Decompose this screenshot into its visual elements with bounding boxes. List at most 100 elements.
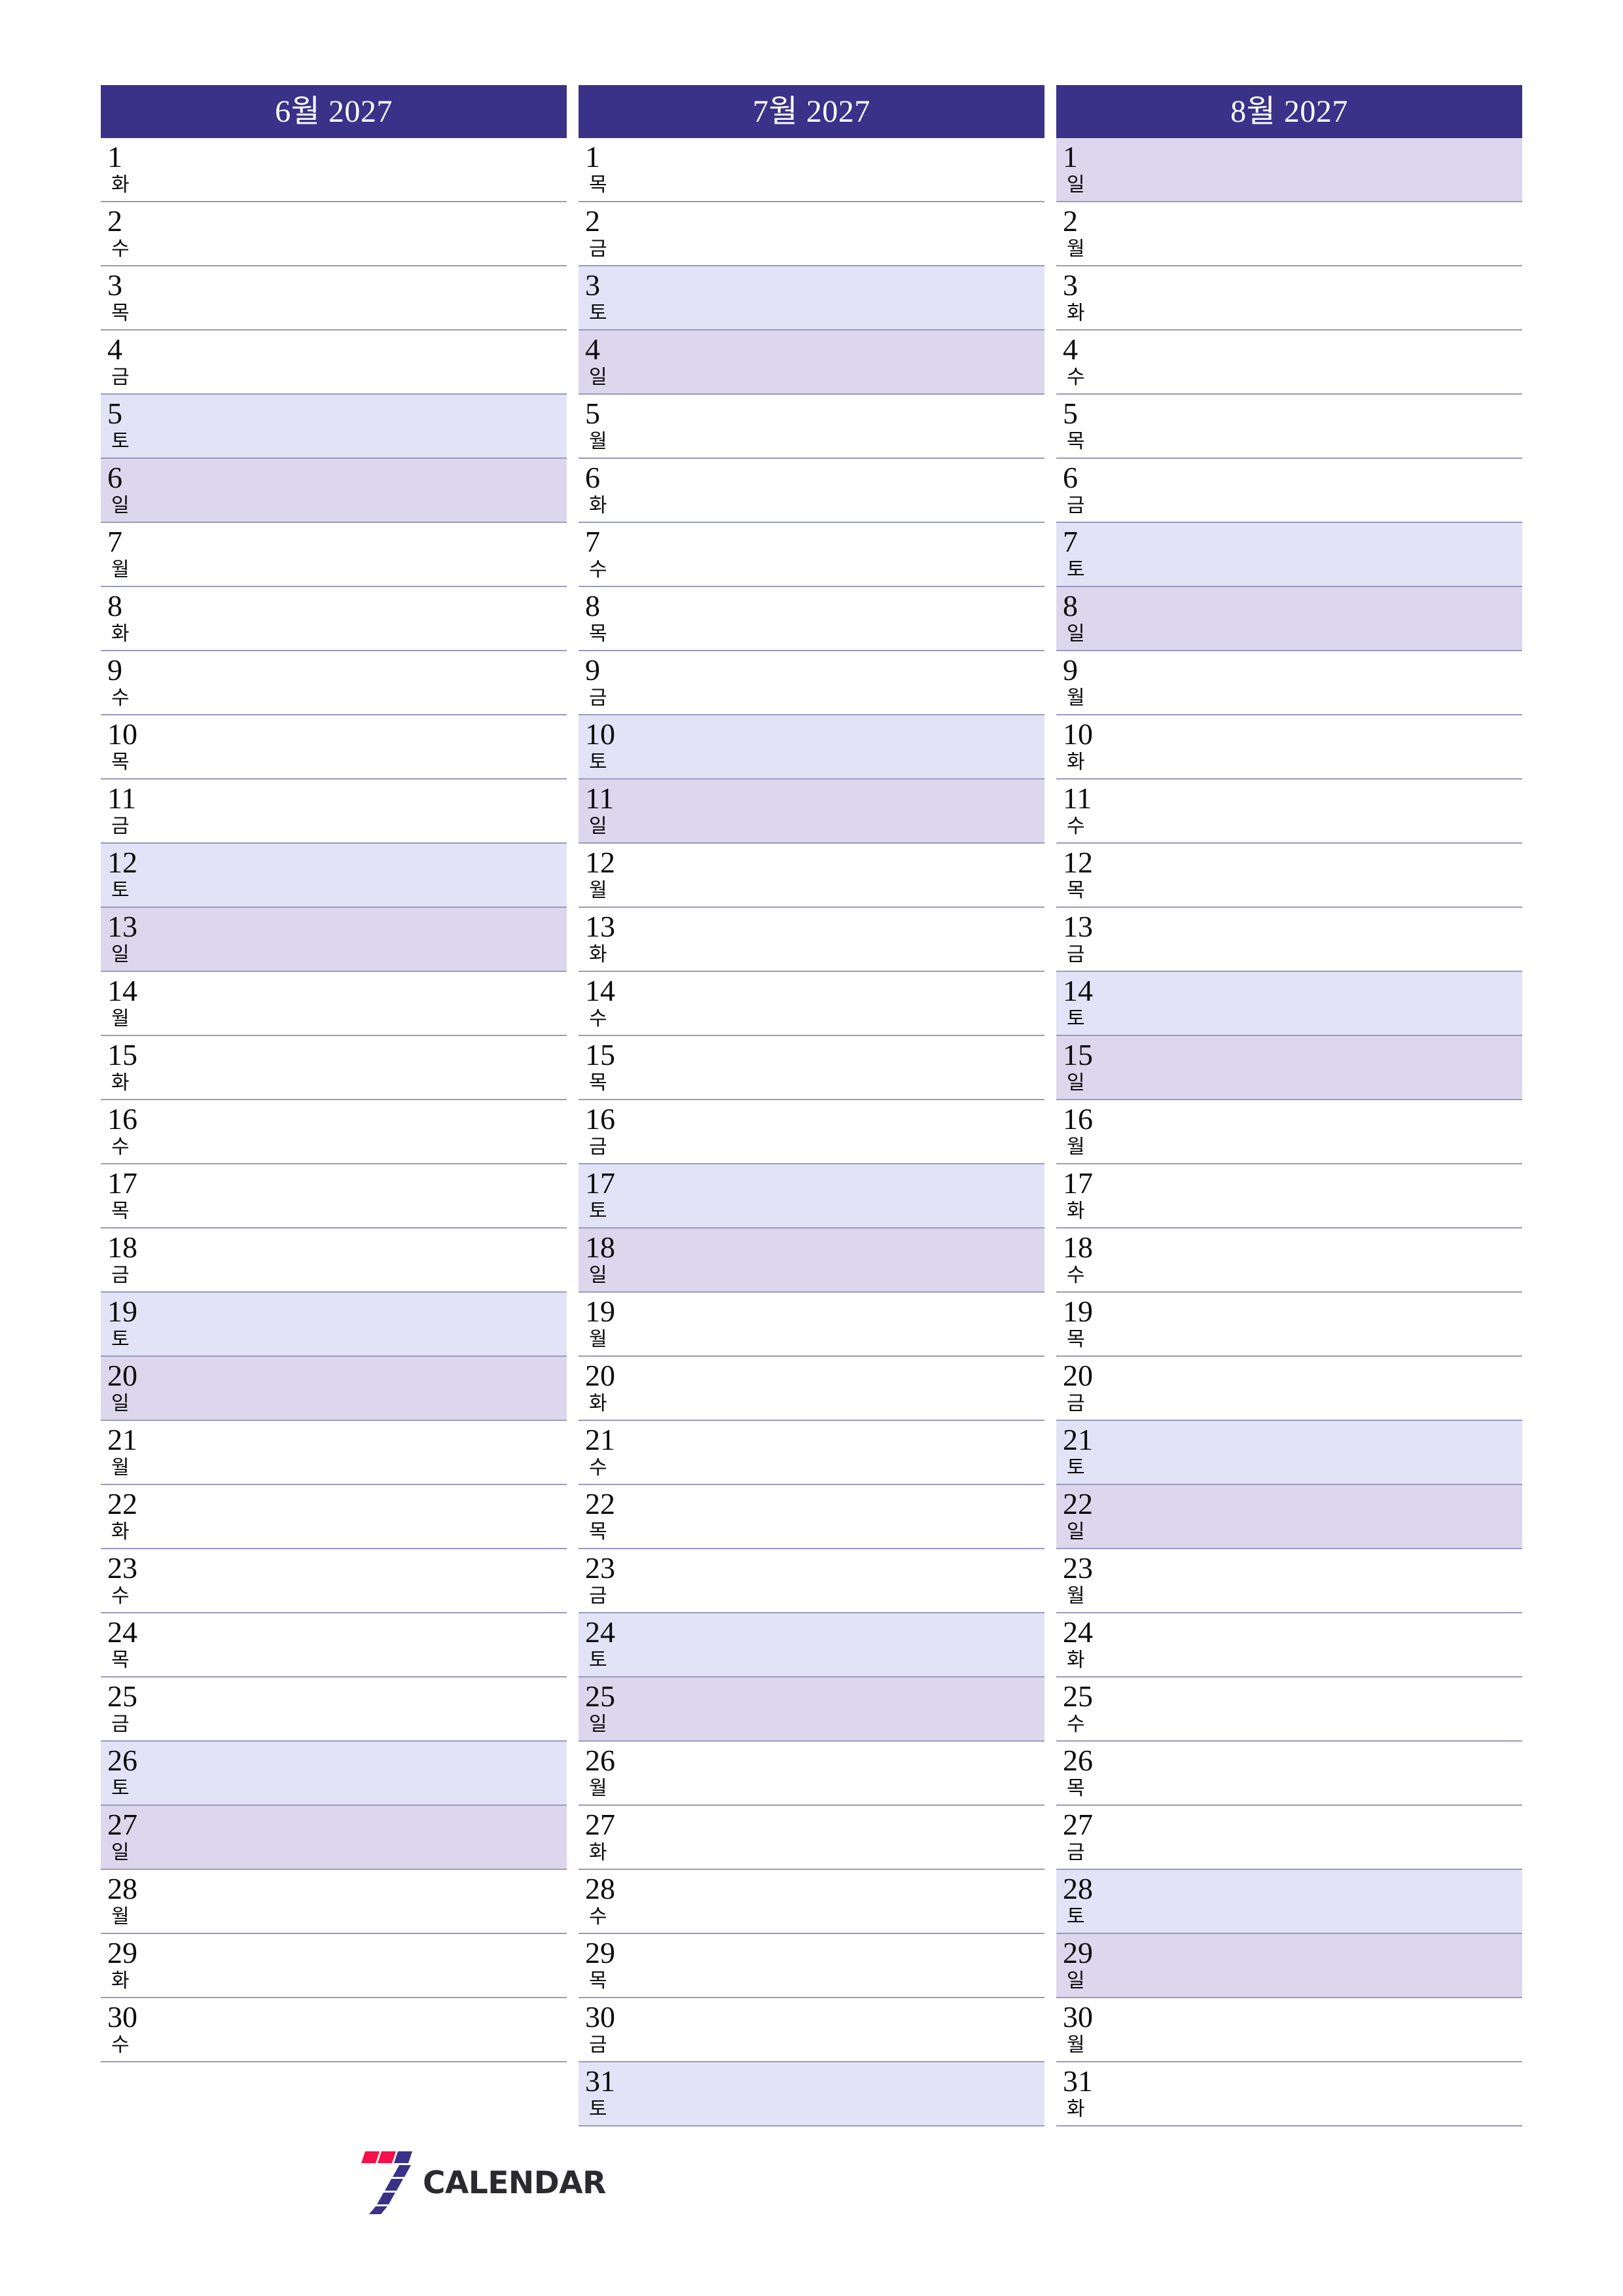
day-row[interactable]: 3목 — [101, 266, 567, 331]
day-row[interactable]: 3토 — [579, 266, 1044, 331]
day-row[interactable]: 21 토 — [1056, 1421, 1522, 1485]
day-row[interactable]: 17 토 — [579, 1164, 1044, 1229]
day-row[interactable]: 3화 — [1056, 266, 1522, 331]
day-row[interactable]: 30 월 — [1056, 1998, 1522, 2062]
day-row[interactable]: 28 수 — [579, 1870, 1044, 1934]
day-row[interactable]: 30 금 — [579, 1998, 1044, 2062]
day-row[interactable]: 9금 — [579, 651, 1044, 715]
day-row[interactable]: 13 금 — [1056, 908, 1522, 972]
day-row[interactable]: 24 화 — [1056, 1613, 1522, 1677]
day-row[interactable]: 27 금 — [1056, 1806, 1522, 1870]
day-row[interactable]: 20 일 — [101, 1357, 567, 1421]
day-row[interactable]: 15 화 — [101, 1036, 567, 1100]
day-row[interactable]: 6화 — [579, 459, 1044, 523]
day-row[interactable]: 29 화 — [101, 1934, 567, 1998]
day-row[interactable]: 31 토 — [579, 2062, 1044, 2126]
day-row[interactable]: 1화 — [101, 138, 567, 202]
day-row[interactable]: 10 토 — [579, 715, 1044, 780]
day-row[interactable]: 28 월 — [101, 1870, 567, 1934]
day-row[interactable]: 23 월 — [1056, 1549, 1522, 1613]
day-row[interactable]: 14 월 — [101, 972, 567, 1036]
day-row[interactable]: 22 화 — [101, 1485, 567, 1549]
day-row[interactable]: 19 월 — [579, 1293, 1044, 1357]
day-row[interactable]: 10 화 — [1056, 715, 1522, 780]
day-row[interactable]: 20 화 — [579, 1357, 1044, 1421]
day-row[interactable]: 26 목 — [1056, 1742, 1522, 1806]
day-weekday-label: 월 — [111, 1457, 130, 1479]
day-row[interactable]: 15 목 — [579, 1036, 1044, 1100]
calendar-page: 6월 2027 1 화 2 수 3 목 4 금 5 토 6 일 7 월 8 화 9 수 10 목 11 금 12 토 13 일 14 월… — [0, 0, 1623, 2296]
day-row[interactable]: 29 목 — [579, 1934, 1044, 1998]
day-row[interactable]: 2월 — [1056, 202, 1522, 266]
day-row[interactable]: 12 토 — [101, 844, 567, 908]
day-row[interactable]: 16 수 — [101, 1100, 567, 1164]
day-row[interactable]: 6일 — [101, 459, 567, 523]
day-number: 27 — [585, 1808, 615, 1841]
day-row[interactable]: 31 화 — [1056, 2062, 1522, 2126]
day-row[interactable]: 25 수 — [1056, 1677, 1522, 1742]
day-row[interactable]: 27 일 — [101, 1806, 567, 1870]
day-row[interactable]: 25 일 — [579, 1677, 1044, 1742]
day-row[interactable]: 11 금 — [101, 780, 567, 844]
day-row[interactable]: 18 금 — [101, 1229, 567, 1293]
day-row[interactable]: 16 월 — [1056, 1100, 1522, 1164]
day-row[interactable]: 17 목 — [101, 1164, 567, 1229]
day-row[interactable]: 8목 — [579, 587, 1044, 651]
day-row[interactable]: 19 토 — [101, 1293, 567, 1357]
day-row[interactable]: 5월 — [579, 395, 1044, 459]
day-row[interactable]: 4일 — [579, 331, 1044, 395]
day-row[interactable]: 26 월 — [579, 1742, 1044, 1806]
day-row[interactable]: 30 수 — [101, 1998, 567, 2062]
day-row[interactable]: 18 일 — [579, 1229, 1044, 1293]
day-row[interactable]: 4금 — [101, 331, 567, 395]
day-row[interactable]: 26 토 — [101, 1742, 567, 1806]
day-row[interactable]: 12 월 — [579, 844, 1044, 908]
day-row[interactable]: 8화 — [101, 587, 567, 651]
day-row[interactable]: 4수 — [1056, 331, 1522, 395]
day-row[interactable]: 13 일 — [101, 908, 567, 972]
day-row[interactable]: 16 금 — [579, 1100, 1044, 1164]
day-row[interactable]: 6금 — [1056, 459, 1522, 523]
day-row[interactable]: 2금 — [579, 202, 1044, 266]
day-number: 22 — [107, 1487, 137, 1520]
day-row[interactable]: 22 목 — [579, 1485, 1044, 1549]
day-row[interactable]: 2수 — [101, 202, 567, 266]
day-row[interactable]: 8일 — [1056, 587, 1522, 651]
day-row[interactable]: 23 금 — [579, 1549, 1044, 1613]
day-row[interactable]: 9월 — [1056, 651, 1522, 715]
day-number: 23 — [1063, 1551, 1093, 1585]
day-row[interactable]: 23 수 — [101, 1549, 567, 1613]
day-row[interactable]: 13 화 — [579, 908, 1044, 972]
day-weekday-label: 토 — [589, 1200, 607, 1222]
day-row[interactable]: 27 화 — [579, 1806, 1044, 1870]
day-row[interactable]: 1목 — [579, 138, 1044, 202]
day-row[interactable]: 7토 — [1056, 523, 1522, 587]
day-row[interactable]: 7수 — [579, 523, 1044, 587]
day-row[interactable]: 1일 — [1056, 138, 1522, 202]
day-row[interactable]: 24 토 — [579, 1613, 1044, 1677]
day-row[interactable]: 11 일 — [579, 780, 1044, 844]
day-row[interactable]: 28 토 — [1056, 1870, 1522, 1934]
day-row[interactable]: 9수 — [101, 651, 567, 715]
day-row[interactable]: 29 일 — [1056, 1934, 1522, 1998]
day-row[interactable]: 14 토 — [1056, 972, 1522, 1036]
day-weekday-label: 목 — [589, 1521, 607, 1543]
day-row[interactable]: 20 금 — [1056, 1357, 1522, 1421]
day-row[interactable]: 21 월 — [101, 1421, 567, 1485]
day-row[interactable]: 17 화 — [1056, 1164, 1522, 1229]
day-row[interactable]: 19 목 — [1056, 1293, 1522, 1357]
day-row[interactable]: 7월 — [101, 523, 567, 587]
day-row[interactable]: 21 수 — [579, 1421, 1044, 1485]
day-row[interactable]: 10 목 — [101, 715, 567, 780]
day-row[interactable]: 5목 — [1056, 395, 1522, 459]
day-row[interactable]: 11 수 — [1056, 780, 1522, 844]
day-row[interactable]: 5토 — [101, 395, 567, 459]
day-weekday-label: 목 — [1067, 431, 1085, 452]
day-row[interactable]: 24 목 — [101, 1613, 567, 1677]
day-row[interactable]: 22 일 — [1056, 1485, 1522, 1549]
day-row[interactable]: 15 일 — [1056, 1036, 1522, 1100]
day-row[interactable]: 25 금 — [101, 1677, 567, 1742]
day-row[interactable]: 12 목 — [1056, 844, 1522, 908]
day-row[interactable]: 14 수 — [579, 972, 1044, 1036]
day-row[interactable]: 18 수 — [1056, 1229, 1522, 1293]
